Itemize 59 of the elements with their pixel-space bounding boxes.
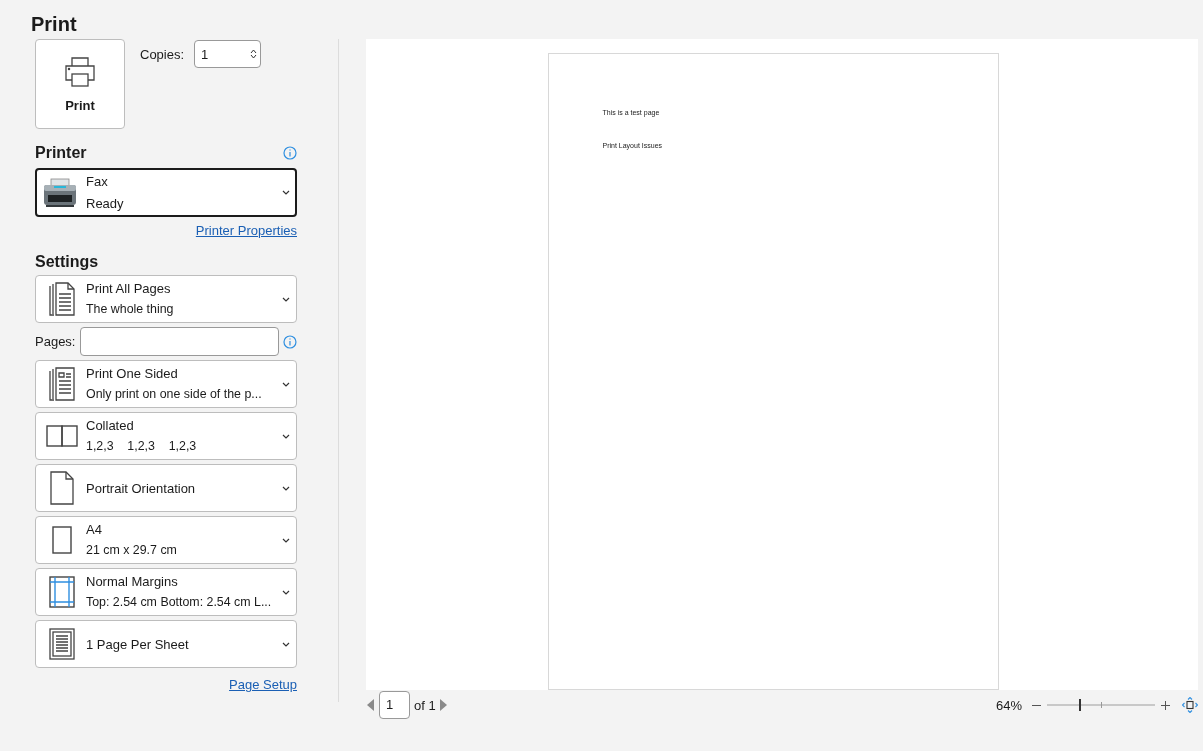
option-description: Top: 2.54 cm Bottom: 2.54 cm L... [86,595,273,610]
option-title: Portrait Orientation [86,480,197,496]
printer-dropdown[interactable]: Fax Ready [35,168,297,217]
one-sided-page-icon [49,367,75,401]
previous-page-icon[interactable] [366,698,375,712]
page-number-field[interactable]: 1 [379,691,410,719]
copies-label: Copies: [140,46,185,62]
chevron-down-icon [282,485,290,491]
print-button[interactable]: Print [35,39,125,129]
printer-icon [64,55,96,88]
chevron-down-icon [282,296,290,302]
paper-size-icon [51,526,73,554]
pages-icon [49,282,75,316]
option-title: Collated [86,418,135,433]
info-icon[interactable] [283,334,297,349]
printer-device-icon [43,177,77,208]
settings-dropdown[interactable]: 1 Page Per Sheet [35,620,297,668]
margins-icon [49,576,75,608]
option-title: Normal Margins [86,574,179,589]
settings-dropdown[interactable]: A4 21 cm x 29.7 cm [35,516,297,564]
settings-dropdown[interactable]: Portrait Orientation [35,464,297,512]
collated-pages-icon [46,425,78,447]
zoom-slider-thumb[interactable] [1079,699,1082,711]
printer-name: Fax [86,174,109,189]
chevron-down-icon [282,190,290,195]
option-description: Only print on one side of the p... [86,387,263,402]
option-description: 1,2,3 1,2,3 1,2,3 [86,439,198,454]
option-title: 1 Page Per Sheet [86,636,190,652]
settings-dropdown[interactable]: Normal Margins Top: 2.54 cm Bottom: 2.54 cm L... [35,568,297,616]
fit-to-page-icon[interactable] [1182,697,1198,713]
page-per-sheet-icon [49,628,75,660]
option-title: Print All Pages [86,281,172,296]
pages-label: Pages: [35,334,77,349]
settings-dropdown[interactable]: Print One Sided Only print on one side of the p... [35,360,297,408]
chevron-down-icon [282,641,290,647]
printer-status: Ready [86,196,125,211]
page-count: of 1 [414,697,436,713]
printer-properties-link[interactable]: Printer Properties [195,223,297,239]
page-title: Print [30,12,78,37]
option-description: 21 cm x 29.7 cm [86,543,178,558]
settings-dropdown[interactable]: Collated 1,2,3 1,2,3 1,2,3 [35,412,297,460]
info-icon[interactable] [283,146,297,160]
chevron-down-icon [282,589,290,595]
chevron-down-icon [282,433,290,439]
settings-dropdown[interactable]: Print All Pages The whole thing [35,275,297,323]
zoom-in-icon[interactable] [1161,700,1170,710]
option-title: Print One Sided [86,366,179,381]
next-page-icon[interactable] [438,698,448,712]
copies-spinbox[interactable]: 1 [194,40,262,68]
chevron-down-icon [282,537,290,543]
printer-heading: Printer [35,144,87,162]
page-setup-link[interactable]: Page Setup [229,677,297,693]
pages-input-field[interactable] [79,327,280,356]
zoom-percentage: 64% [995,697,1022,713]
chevron-down-icon [282,381,290,387]
option-title: A4 [86,522,103,537]
settings-heading: Settings [35,253,99,271]
portrait-page-icon [49,471,75,505]
option-description: The whole thing [86,302,175,317]
